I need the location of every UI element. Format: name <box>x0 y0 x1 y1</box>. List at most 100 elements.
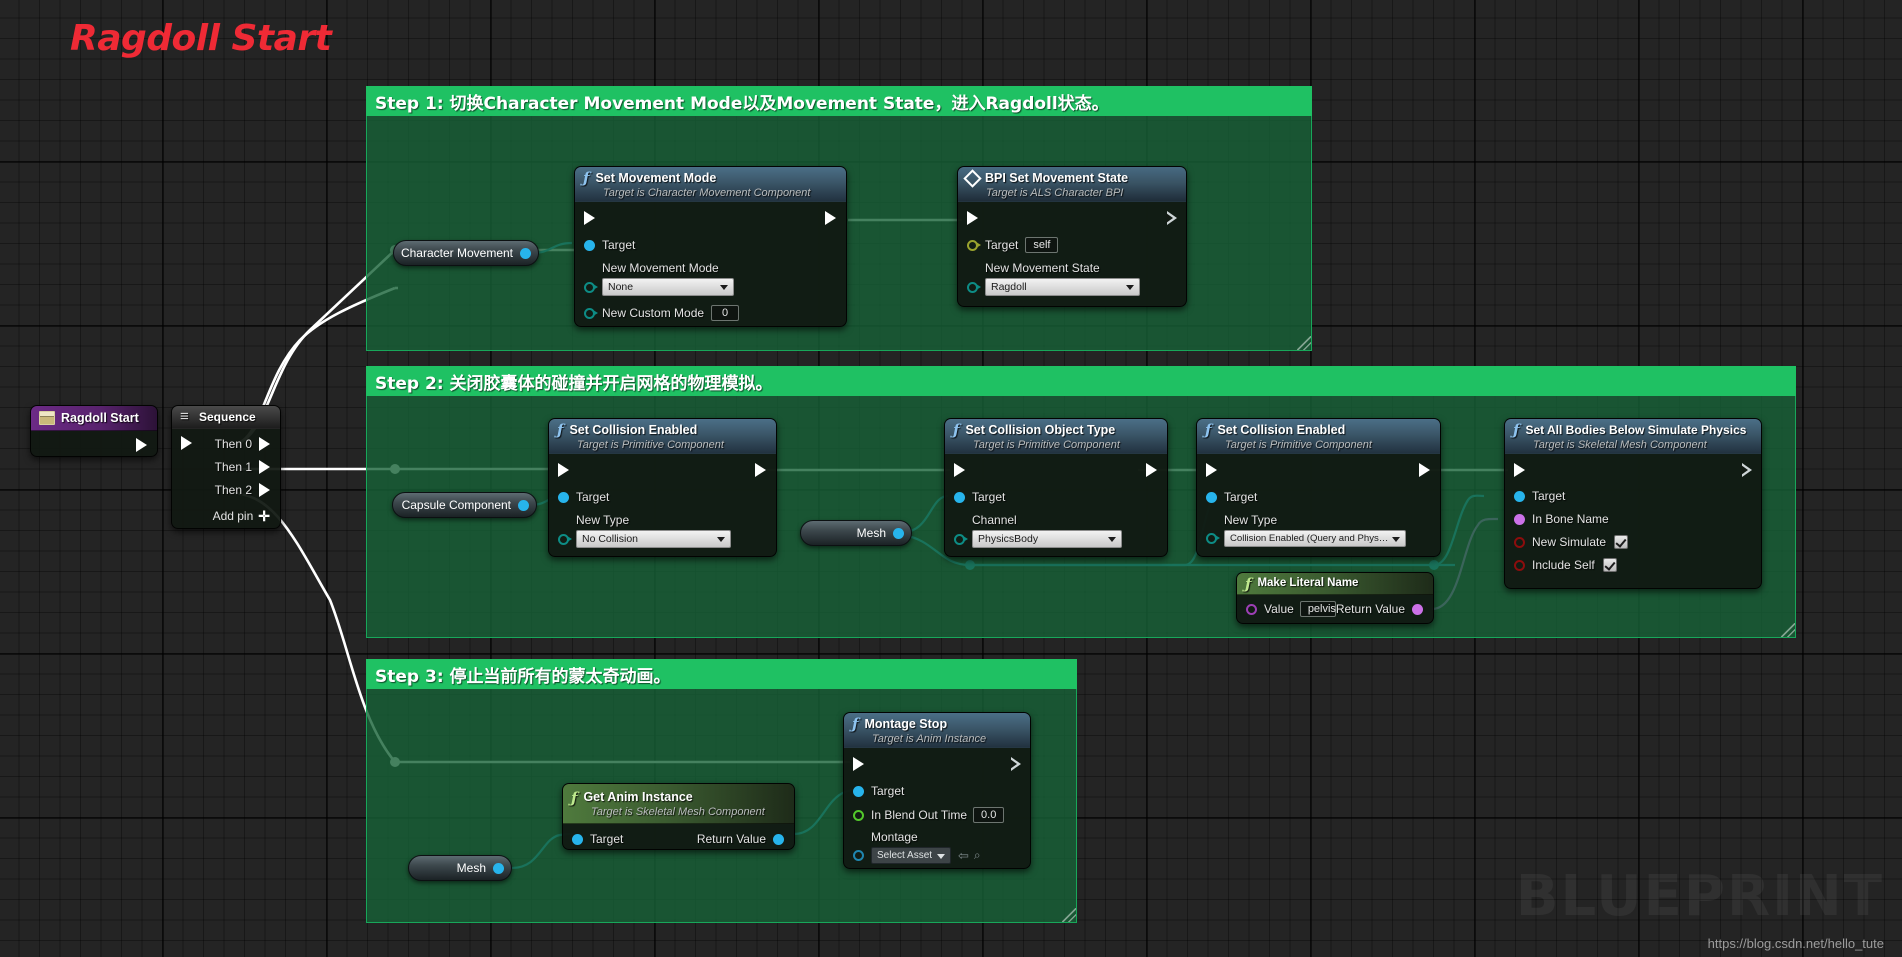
pin-row-exec[interactable] <box>1505 458 1761 481</box>
exec-out-pin-icon[interactable] <box>755 462 766 477</box>
new-type-dropdown[interactable]: Collision Enabled (Query and Physics) <box>1224 530 1406 547</box>
pin-row-target[interactable]: Target <box>1505 486 1761 506</box>
object-out-pin-icon[interactable] <box>493 862 504 874</box>
pin-row-then-2[interactable]: Then 2 <box>172 478 280 501</box>
pin-row-exec[interactable] <box>575 206 846 229</box>
object-in-pin-icon[interactable] <box>954 491 965 503</box>
resize-grip-icon[interactable] <box>1781 623 1795 637</box>
pin-row-target[interactable]: Target <box>945 487 1167 507</box>
pin-row-new-movement-state[interactable]: New Movement State Ragdoll <box>958 261 1186 296</box>
node-montage-stop[interactable]: ƒ Montage Stop Target is Anim Instance T… <box>843 712 1031 869</box>
bool-in-pin-icon[interactable] <box>1514 536 1525 548</box>
name-in-pin-icon[interactable] <box>1514 513 1525 525</box>
value-input[interactable]: pelvis <box>1299 601 1336 617</box>
exec-out-pin-icon[interactable] <box>1166 210 1177 225</box>
object-in-pin-icon[interactable] <box>1206 491 1217 503</box>
resize-grip-icon[interactable] <box>1297 336 1311 350</box>
pin-row-target[interactable]: Target <box>844 781 1030 801</box>
new-custom-mode-input[interactable]: 0 <box>711 305 740 321</box>
pin-row-exec-out[interactable] <box>31 431 157 454</box>
node-set-collision-enabled-mesh[interactable]: ƒ Set Collision Enabled Target is Primit… <box>1196 418 1441 557</box>
channel-dropdown[interactable]: PhysicsBody <box>972 530 1122 548</box>
node-ragdoll-start[interactable]: Ragdoll Start <box>30 405 158 457</box>
pin-row-target[interactable]: Target self <box>958 235 1186 255</box>
float-in-pin-icon[interactable] <box>853 809 864 821</box>
exec-in-pin-icon[interactable] <box>954 462 965 477</box>
node-make-literal-name[interactable]: ƒ Make Literal Name Value pelvis Return … <box>1236 572 1434 624</box>
montage-asset-picker[interactable]: Select Asset <box>871 847 951 864</box>
exec-out-pin-icon[interactable] <box>259 436 270 451</box>
new-simulate-checkbox[interactable] <box>1614 535 1629 549</box>
include-self-checkbox[interactable] <box>1602 558 1617 572</box>
enum-in-pin-icon[interactable] <box>967 281 981 293</box>
pin-row-exec[interactable] <box>945 458 1167 481</box>
pin-row-new-simulate[interactable]: New Simulate <box>1505 532 1761 552</box>
node-var-capsule-component[interactable]: Capsule Component <box>392 492 537 518</box>
exec-out-pin-icon[interactable] <box>1419 462 1430 477</box>
node-get-anim-instance[interactable]: ƒ Get Anim Instance Target is Skeletal M… <box>562 783 795 850</box>
browse-asset-icon[interactable]: ⌕ <box>974 848 981 863</box>
enum-in-pin-icon[interactable] <box>954 533 968 545</box>
object-out-pin-icon[interactable] <box>518 499 529 511</box>
object-in-pin-icon[interactable] <box>853 785 864 797</box>
bpi-target-value[interactable]: self <box>1025 237 1059 253</box>
node-var-character-movement[interactable]: Character Movement <box>393 240 539 266</box>
pin-row-target[interactable]: Target Return Value <box>563 829 794 849</box>
pin-row-in-blend-out-time[interactable]: In Blend Out Time 0.0 <box>844 805 1030 825</box>
pin-row-new-type[interactable]: New Type Collision Enabled (Query and Ph… <box>1197 513 1440 547</box>
pin-row-new-custom-mode[interactable]: New Custom Mode 0 <box>575 303 846 323</box>
exec-out-pin-icon[interactable] <box>1010 756 1021 771</box>
object-out-pin-icon[interactable] <box>773 833 784 845</box>
pin-row-channel[interactable]: Channel PhysicsBody <box>945 513 1167 548</box>
object-in-pin-icon[interactable] <box>572 833 583 845</box>
pin-row-then-1[interactable]: Then 1 <box>172 455 280 478</box>
new-type-dropdown[interactable]: No Collision <box>576 530 731 548</box>
pin-row-new-type[interactable]: New Type No Collision <box>549 513 776 548</box>
object-out-pin-icon[interactable] <box>893 527 904 539</box>
object-in-pin-icon[interactable] <box>558 491 569 503</box>
exec-out-pin-icon[interactable] <box>1741 462 1752 477</box>
node-bpi-set-movement-state[interactable]: BPI Set Movement State Target is ALS Cha… <box>957 166 1187 307</box>
enum-in-pin-icon[interactable] <box>558 533 572 545</box>
pin-row-exec[interactable] <box>549 458 776 481</box>
object-out-pin-icon[interactable] <box>520 247 531 259</box>
node-var-mesh-step2[interactable]: Mesh <box>800 520 912 546</box>
name-in-pin-icon[interactable] <box>1246 603 1257 615</box>
exec-in-pin-icon[interactable] <box>967 210 978 225</box>
new-movement-state-dropdown[interactable]: Ragdoll <box>985 278 1140 296</box>
object-in-pin-icon[interactable] <box>584 239 595 251</box>
exec-in-pin-icon[interactable] <box>1514 462 1525 477</box>
exec-out-pin-icon[interactable] <box>825 210 836 225</box>
node-sequence[interactable]: Sequence Then 0 Then 1 Then 2 Add pin ✛ <box>171 405 281 529</box>
sequence-add-pin-button[interactable]: Add pin ✛ <box>172 506 280 526</box>
exec-out-pin-icon[interactable] <box>136 437 147 452</box>
exec-out-pin-icon[interactable] <box>259 459 270 474</box>
pin-row-exec[interactable] <box>958 206 1186 229</box>
bool-in-pin-icon[interactable] <box>1514 559 1525 571</box>
exec-out-pin-icon[interactable] <box>1146 462 1157 477</box>
exec-out-pin-icon[interactable] <box>259 482 270 497</box>
enum-in-pin-icon[interactable] <box>584 281 598 293</box>
pin-row-exec[interactable] <box>1197 458 1440 481</box>
pin-row-target[interactable]: Target <box>549 487 776 507</box>
node-set-movement-mode[interactable]: ƒ Set Movement Mode Target is Character … <box>574 166 847 327</box>
in-blend-out-time-input[interactable]: 0.0 <box>973 807 1005 823</box>
object-in-pin-icon[interactable] <box>1514 490 1525 502</box>
enum-in-pin-icon[interactable] <box>1206 533 1220 544</box>
pin-row-exec[interactable] <box>844 752 1030 775</box>
pin-row-target[interactable]: Target <box>575 235 846 255</box>
pin-row-new-movement-mode[interactable]: New Movement Mode None <box>575 261 846 296</box>
node-var-mesh-step3[interactable]: Mesh <box>408 855 512 881</box>
exec-in-pin-icon[interactable] <box>853 756 864 771</box>
node-set-collision-object-type[interactable]: ƒ Set Collision Object Type Target is Pr… <box>944 418 1168 557</box>
name-out-pin-icon[interactable] <box>1412 603 1423 615</box>
pin-row-target[interactable]: Target <box>1197 487 1440 507</box>
pin-row-include-self[interactable]: Include Self <box>1505 555 1761 575</box>
pin-row-montage[interactable]: Montage Select Asset ⇦ ⌕ <box>844 830 1030 864</box>
new-movement-mode-dropdown[interactable]: None <box>602 278 734 296</box>
exec-in-pin-icon[interactable] <box>1206 462 1217 477</box>
node-set-all-bodies-below-simulate-physics[interactable]: ƒ Set All Bodies Below Simulate Physics … <box>1504 418 1762 589</box>
pin-row-value[interactable]: Value pelvis Return Value <box>1237 599 1433 619</box>
blueprint-canvas[interactable]: Ragdoll Start Step 1: 切换Character Moveme… <box>0 0 1902 957</box>
object-in-pin-icon[interactable] <box>853 850 864 861</box>
